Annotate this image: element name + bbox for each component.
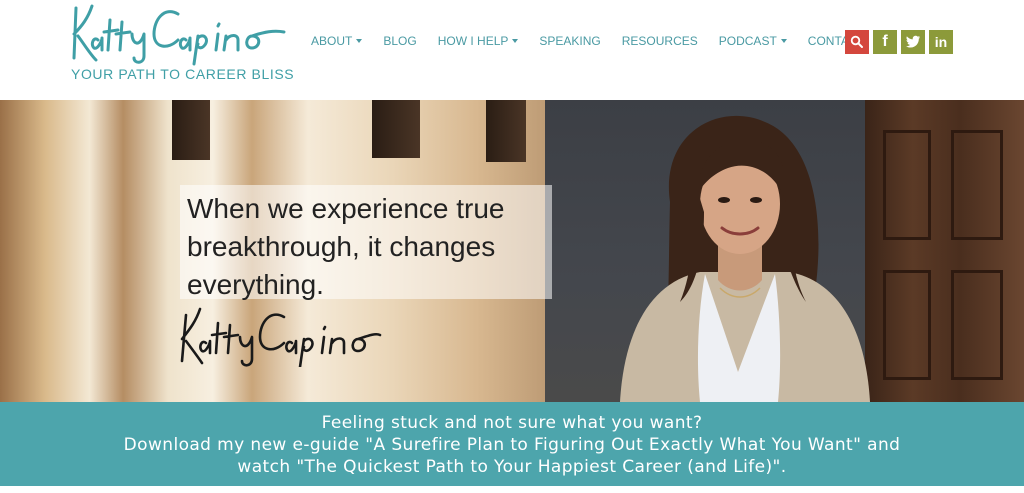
facebook-icon: f <box>882 33 888 50</box>
wall-sconce <box>372 100 420 158</box>
nav-item-label: SPEAKING <box>539 34 601 48</box>
logo-script[interactable] <box>68 0 290 66</box>
portrait-photo <box>620 115 870 402</box>
logo-tagline: YOUR PATH TO CAREER BLISS <box>71 66 295 82</box>
nav-item-resources[interactable]: RESOURCES <box>622 34 698 48</box>
door-panel <box>883 270 931 380</box>
chevron-down-icon <box>780 39 787 43</box>
nav-item-label: RESOURCES <box>621 34 698 48</box>
signature-image <box>180 307 382 367</box>
twitter-button[interactable] <box>901 30 925 54</box>
linkedin-button[interactable]: in <box>929 30 953 54</box>
nav-item-label: ABOUT <box>311 34 353 48</box>
door-panel <box>951 270 1003 380</box>
wall-sconce <box>172 100 210 160</box>
wall-sconce <box>486 100 526 162</box>
page-bottom-strip <box>0 486 1024 493</box>
search-icon <box>850 35 863 48</box>
door-panel <box>883 130 931 240</box>
site-header: YOUR PATH TO CAREER BLISS ABOUT BLOG HOW… <box>0 0 1024 100</box>
hero-quote-line: everything. <box>187 269 324 300</box>
hero-quote-line: breakthrough, it changes <box>187 231 496 262</box>
main-nav: ABOUT BLOG HOW I HELP SPEAKING RESOURCES… <box>311 34 886 48</box>
cta-banner-line: Download my new e-guide "A Surefire Plan… <box>123 435 901 455</box>
search-button[interactable] <box>845 30 869 54</box>
cta-banner[interactable]: Feeling stuck and not sure what you want… <box>0 402 1024 486</box>
nav-item-how-i-help[interactable]: HOW I HELP <box>438 34 519 48</box>
cta-banner-line: watch "The Quickest Path to Your Happies… <box>237 457 787 477</box>
nav-item-podcast[interactable]: PODCAST <box>719 34 787 48</box>
nav-item-speaking[interactable]: SPEAKING <box>539 34 600 48</box>
nav-item-label: BLOG <box>383 34 417 48</box>
linkedin-icon: in <box>934 34 948 50</box>
nav-item-label: HOW I HELP <box>437 34 509 48</box>
hero-banner: When we experience true breakthrough, it… <box>0 100 1024 402</box>
door-panel <box>951 130 1003 240</box>
facebook-button[interactable]: f <box>873 30 897 54</box>
chevron-down-icon <box>356 39 363 43</box>
hero-quote: When we experience true breakthrough, it… <box>187 190 567 304</box>
hero-quote-line: When we experience true <box>187 193 505 224</box>
chevron-down-icon <box>512 39 519 43</box>
hero-door-background <box>865 100 1024 402</box>
nav-item-about[interactable]: ABOUT <box>311 34 363 48</box>
twitter-icon <box>906 35 921 48</box>
nav-item-blog[interactable]: BLOG <box>383 34 416 48</box>
nav-item-label: PODCAST <box>718 34 777 48</box>
cta-banner-line: Feeling stuck and not sure what you want… <box>321 413 703 433</box>
